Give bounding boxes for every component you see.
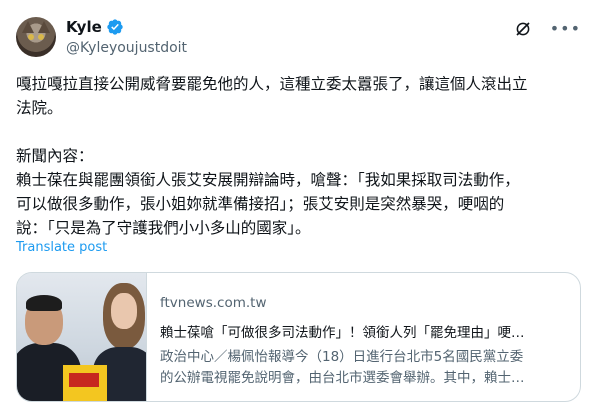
link-description-line: 的公辦電視罷免說明會，由台北市選委會舉辦。其中，賴士… xyxy=(160,370,525,386)
translate-post-link[interactable]: Translate post xyxy=(16,240,107,255)
link-preview-card[interactable]: ftvnews.com.tw 賴士葆嗆「可做很多司法動作」！領銜人列「罷免理由」… xyxy=(16,272,581,402)
cat-eye-left xyxy=(28,34,34,40)
tweet-line: 賴士葆在與罷團領銜人張艾安展開辯論時，嗆聲：「我如果採取司法動作， xyxy=(16,171,520,189)
tweet-line: 法院。 xyxy=(16,99,63,117)
link-description: 政治中心／楊佩怡報導今（18）日進行台北市5名國民黨立委 的公辦電視罷免說明會，… xyxy=(160,347,570,389)
avatar[interactable] xyxy=(16,17,56,57)
grok-icon[interactable] xyxy=(514,20,532,38)
link-preview-thumbnail[interactable] xyxy=(17,273,147,401)
tweet-line: 可以做很多動作，張小姐妳就準備接招」；張艾安則是突然暴哭，哽咽的 xyxy=(16,195,505,213)
tweet-line: 嘎拉嘎拉直接公開威脅要罷免他的人，這種立委太囂張了，讓這個人滾出立 xyxy=(16,75,528,93)
cat-eye-right xyxy=(38,34,44,40)
name-row: Kyle xyxy=(66,18,124,36)
tweet-line: 說：「只是為了守護我們小小多山的國家」。 xyxy=(16,219,311,237)
tweet-paragraph-1: 嘎拉嘎拉直接公開威脅要罷免他的人，這種立委太囂張了，讓這個人滾出立 法院。 xyxy=(16,72,576,120)
cat-ear-left xyxy=(22,21,34,33)
more-icon[interactable]: ••• xyxy=(550,20,581,38)
header-actions: ••• xyxy=(514,20,581,38)
link-title[interactable]: 賴士葆嗆「可做很多司法動作」！領銜人列「罷免理由」哽… xyxy=(160,321,570,341)
thumbnail-person-woman-face xyxy=(111,293,137,329)
thumbnail-sign-label xyxy=(69,373,99,387)
tweet-text: 嘎拉嘎拉直接公開威脅要罷免他的人，這種立委太囂張了，讓這個人滾出立 法院。 新聞… xyxy=(16,72,576,264)
link-description-line: 政治中心／楊佩怡報導今（18）日進行台北市5名國民黨立委 xyxy=(160,349,524,365)
cat-ear-right xyxy=(38,21,50,33)
verified-badge-icon xyxy=(107,19,123,35)
tweet-paragraph-2: 新聞內容： 賴士葆在與罷團領銜人張艾安展開辯論時，嗆聲：「我如果採取司法動作， … xyxy=(16,144,576,240)
thumbnail-person-man-hair xyxy=(26,295,62,311)
link-domain: ftvnews.com.tw xyxy=(160,295,267,311)
tweet-line: 新聞內容： xyxy=(16,147,94,165)
post-header: Kyle @Kyleyoujustdoit ••• xyxy=(16,12,581,60)
link-preview-text: ftvnews.com.tw 賴士葆嗆「可做很多司法動作」！領銜人列「罷免理由」… xyxy=(160,295,570,389)
author-name[interactable]: Kyle xyxy=(66,18,102,36)
author-handle[interactable]: @Kyleyoujustdoit xyxy=(66,40,187,56)
